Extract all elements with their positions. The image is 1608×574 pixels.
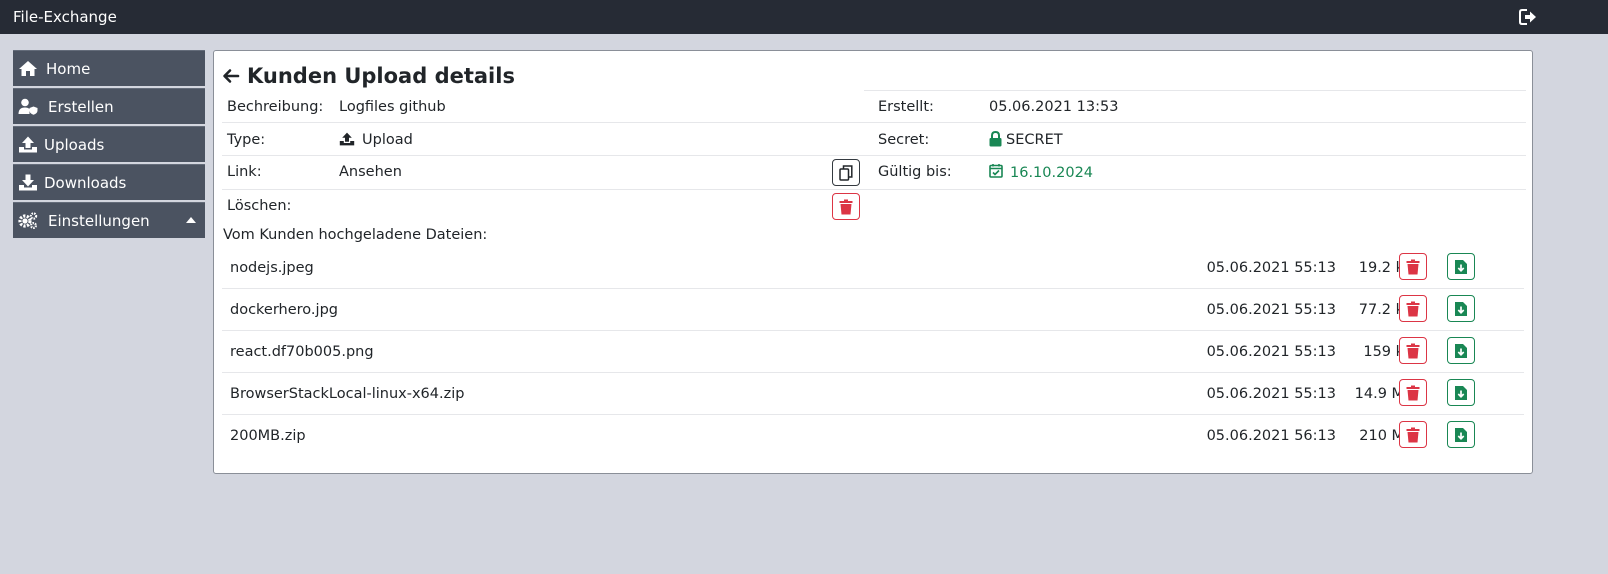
file-download-icon [1455,259,1467,274]
created-value: 05.06.2021 13:53 [989,99,1119,115]
file-date: 05.06.2021 55:13 [1206,260,1336,276]
file-date: 05.06.2021 55:13 [1206,302,1336,318]
sidebar: Home Erstellen Uploads Downloads Einstel… [13,50,205,240]
file-download-icon [1455,427,1467,442]
file-row: BrowserStackLocal-linux-x64.zip 05.06.20… [222,372,1524,415]
sidebar-item-label: Einstellungen [48,212,150,230]
file-row: 200MB.zip 05.06.2021 56:13 210 MB [222,414,1524,457]
sidebar-item-label: Erstellen [48,98,114,116]
app-title: File-Exchange [13,8,117,26]
user-shield-icon [18,98,38,115]
upload-icon [339,132,355,146]
link-label: Link: [227,164,262,180]
download-file-button[interactable] [1447,379,1475,406]
secret-value: SECRET [1006,132,1063,148]
file-date: 05.06.2021 55:13 [1206,386,1336,402]
delete-file-button[interactable] [1399,253,1427,280]
type-value: Upload [362,132,413,148]
download-icon [19,174,37,191]
download-file-button[interactable] [1447,337,1475,364]
file-row: nodejs.jpeg 05.06.2021 55:13 19.2 kB [222,246,1524,289]
trash-icon [1406,259,1420,274]
sidebar-item-home[interactable]: Home [13,50,205,86]
delete-upload-button[interactable] [832,193,860,220]
sidebar-item-erstellen[interactable]: Erstellen [13,88,205,124]
files-heading: Vom Kunden hochgeladene Dateien: [223,227,488,243]
home-icon [19,61,37,76]
sign-out-icon[interactable] [1519,9,1537,25]
file-name: nodejs.jpeg [230,260,314,276]
divider [222,189,1526,190]
created-label: Erstellt: [878,99,934,115]
calendar-check-icon [989,164,1003,178]
page-title-text: Kunden Upload details [247,64,515,88]
type-label: Type: [227,132,266,148]
file-name: BrowserStackLocal-linux-x64.zip [230,386,465,402]
delete-file-button[interactable] [1399,379,1427,406]
file-date: 05.06.2021 56:13 [1206,428,1336,444]
file-row: react.df70b005.png 05.06.2021 55:13 159 … [222,330,1524,373]
trash-icon [839,199,853,214]
page-title: Kunden Upload details [222,63,515,89]
link-view[interactable]: Ansehen [339,163,402,181]
sidebar-item-einstellungen[interactable]: Einstellungen [13,202,205,238]
sidebar-item-downloads[interactable]: Downloads [13,164,205,200]
download-file-button[interactable] [1447,295,1475,322]
sidebar-item-label: Home [46,60,91,78]
secret-label: Secret: [878,132,930,148]
description-label: Bechreibung: [227,99,324,115]
upload-icon [19,136,37,153]
trash-icon [1406,385,1420,400]
upload-details-card: Kunden Upload details Bechreibung: Logfi… [213,50,1533,474]
sidebar-item-label: Uploads [44,136,105,154]
copy-link-button[interactable] [832,159,860,186]
lock-icon [989,131,1002,147]
delete-file-button[interactable] [1399,337,1427,364]
description-value: Logfiles github [339,99,446,115]
trash-icon [1406,427,1420,442]
caret-up-icon[interactable] [186,217,196,223]
sidebar-item-uploads[interactable]: Uploads [13,126,205,162]
top-navbar: File-Exchange [0,0,1608,34]
cogs-icon [18,212,38,229]
file-download-icon [1455,301,1467,316]
file-download-icon [1455,385,1467,400]
file-name: react.df70b005.png [230,344,374,360]
trash-icon [1406,343,1420,358]
divider [222,122,1526,123]
download-file-button[interactable] [1447,253,1475,280]
file-name: 200MB.zip [230,428,306,444]
delete-file-button[interactable] [1399,421,1427,448]
valid-until-value: 16.10.2024 [1010,165,1094,181]
divider [222,155,1526,156]
file-name: dockerhero.jpg [230,302,338,318]
delete-label: Löschen: [227,198,292,214]
delete-file-button[interactable] [1399,295,1427,322]
trash-icon [1406,301,1420,316]
file-date: 05.06.2021 55:13 [1206,344,1336,360]
file-row: dockerhero.jpg 05.06.2021 55:13 77.2 kB [222,288,1524,331]
divider [864,90,1526,91]
arrow-left-icon[interactable] [222,68,240,84]
download-file-button[interactable] [1447,421,1475,448]
sidebar-item-label: Downloads [44,174,127,192]
valid-until-label: Gültig bis: [878,164,952,180]
file-download-icon [1455,343,1467,358]
copy-icon [839,164,853,181]
